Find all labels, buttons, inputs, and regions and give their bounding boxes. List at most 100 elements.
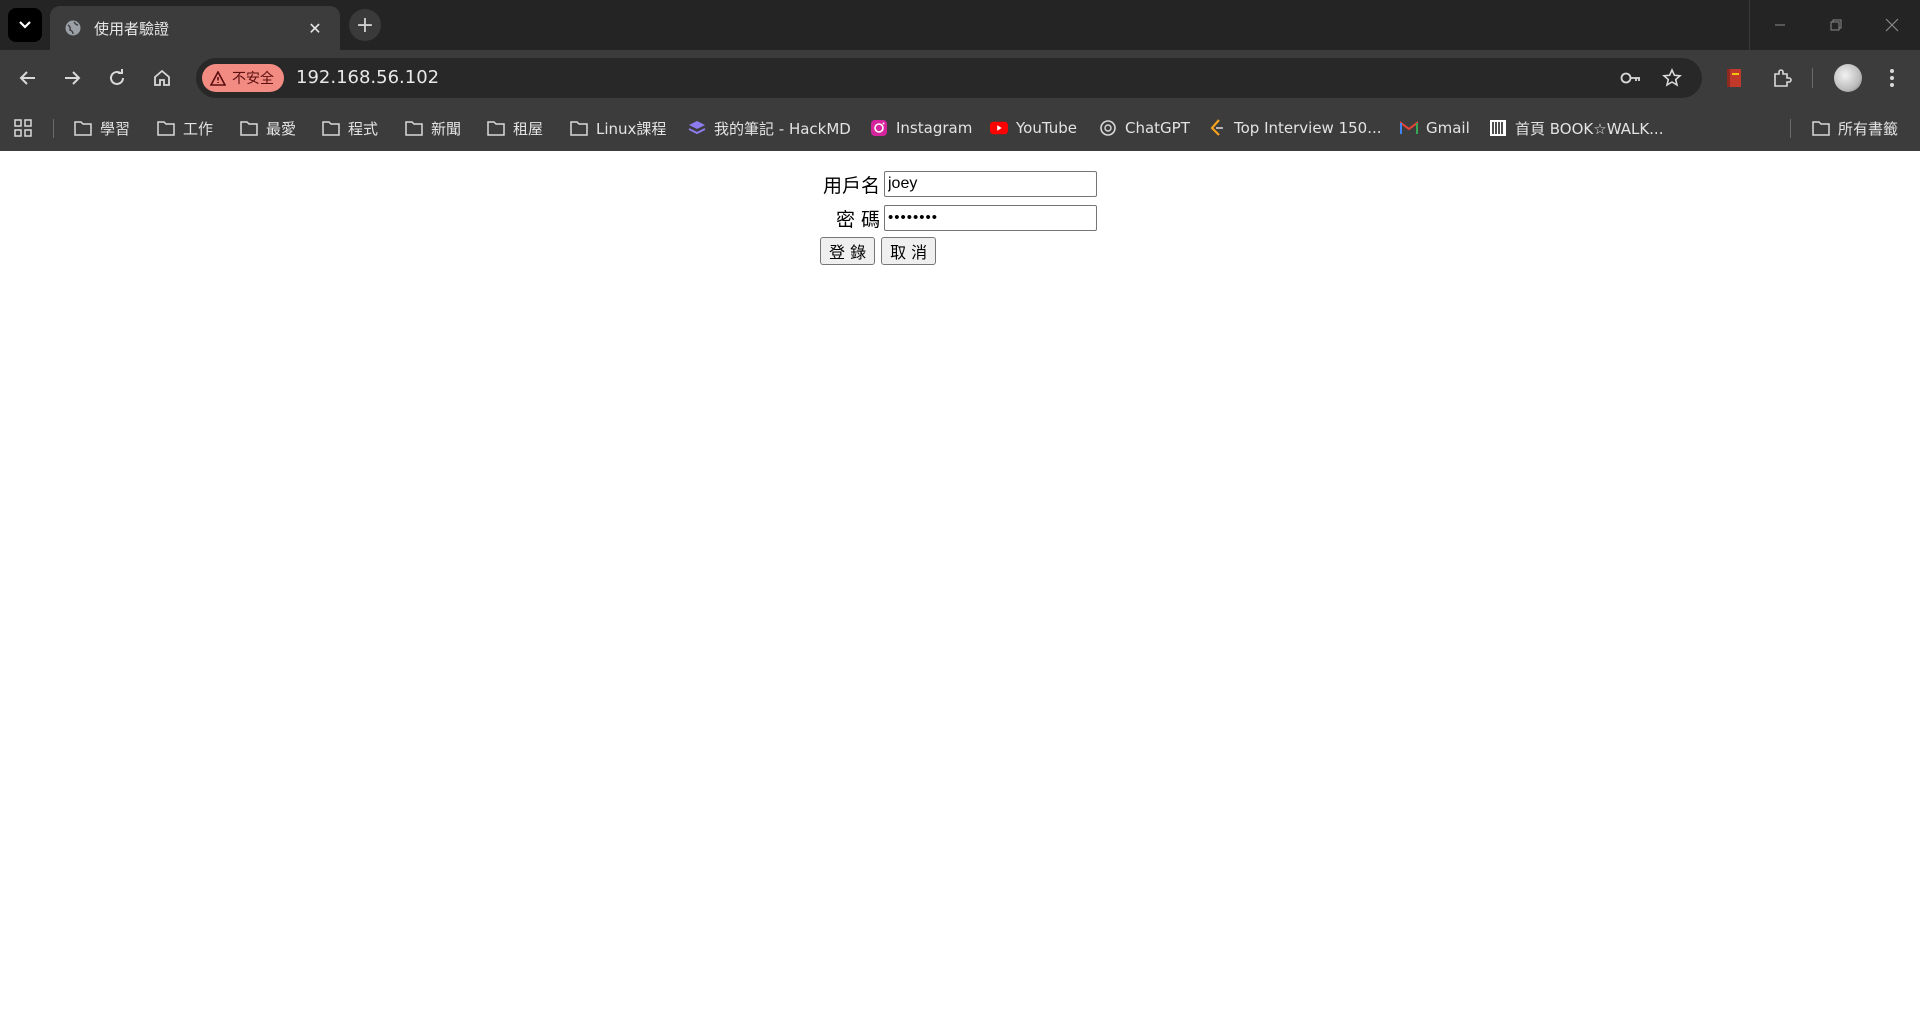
bookmark-label: 程式: [348, 119, 379, 138]
back-button[interactable]: [12, 62, 44, 94]
bookmark-folder-5[interactable]: 新聞: [405, 114, 461, 142]
folder-icon: [1812, 119, 1830, 137]
bookmark-label: 最愛: [266, 119, 297, 138]
bookmark-star-button[interactable]: [1660, 66, 1684, 90]
password-label: 密 碼: [835, 208, 880, 231]
bookmark-label: Instagram: [896, 119, 973, 137]
login-button[interactable]: 登 錄: [820, 237, 876, 265]
bookmark-label: Top Interview 150...: [1234, 119, 1382, 137]
all-bookmarks-folder[interactable]: 所有書籤: [1812, 114, 1898, 142]
reload-icon: [110, 69, 124, 85]
reload-button[interactable]: [101, 62, 133, 94]
password-row: 密 碼 ••••••••: [820, 203, 1097, 233]
close-window-button[interactable]: [1864, 0, 1920, 50]
bookmark-label: ChatGPT: [1125, 119, 1190, 137]
tab-title: 使用者驗證: [94, 19, 170, 38]
bookmark-folder-2[interactable]: 工作: [157, 114, 213, 142]
bookmark-label: 我的筆記 - HackMD: [714, 119, 851, 138]
bookmark-folder-6[interactable]: 租屋: [487, 114, 543, 142]
username-label: 用戶名: [822, 174, 880, 197]
arrow-right-icon: [65, 71, 81, 85]
star-icon: [1662, 68, 1682, 87]
folder-icon: [322, 119, 340, 137]
book-extension-icon: [1727, 69, 1741, 87]
restore-icon: [1830, 19, 1842, 31]
bookmark-leetcode[interactable]: Top Interview 150...: [1208, 114, 1382, 142]
puzzle-icon: [1774, 69, 1792, 87]
bookmark-chatgpt[interactable]: ChatGPT: [1099, 114, 1190, 142]
login-form: 用戶名 密 碼 •••••••• 登 錄 取 消: [820, 169, 1097, 265]
folder-icon: [487, 119, 505, 137]
bookmarks-divider: [53, 119, 54, 138]
home-icon: [154, 69, 170, 86]
chatgpt-icon: [1099, 119, 1117, 137]
tab-strip: 使用者驗證 ✕ +: [0, 0, 1920, 50]
bookmark-instagram[interactable]: Instagram: [870, 114, 972, 142]
address-bar[interactable]: 不安全 192.168.56.102: [196, 58, 1702, 98]
bookmark-label: 學習: [100, 119, 131, 138]
extensions-menu-button[interactable]: [1766, 62, 1798, 94]
password-input[interactable]: ••••••••: [884, 205, 1097, 231]
minimize-button[interactable]: [1752, 0, 1808, 50]
username-input[interactable]: [884, 171, 1097, 197]
globe-icon: [65, 20, 81, 36]
browser-chrome: 使用者驗證 ✕ + 不安全 192.168.56.102 學習 工作 最愛 程式…: [0, 0, 1920, 151]
window-controls: [1752, 0, 1920, 50]
bookmark-folder-7[interactable]: Linux課程: [570, 114, 666, 142]
folder-icon: [405, 119, 423, 137]
plus-icon: +: [355, 12, 375, 38]
bookmark-label: 租屋: [513, 119, 544, 138]
bookmark-folder-4[interactable]: 程式: [322, 114, 378, 142]
more-vertical-icon: [1890, 69, 1894, 87]
toolbar: 不安全 192.168.56.102: [0, 50, 1920, 106]
bookmark-label: YouTube: [1016, 119, 1077, 137]
instagram-icon: [870, 119, 888, 137]
tab-active[interactable]: 使用者驗證 ✕: [50, 6, 340, 50]
arrow-left-icon: [19, 71, 35, 85]
security-label: 不安全: [232, 71, 274, 87]
apps-button[interactable]: [14, 114, 32, 142]
new-tab-button[interactable]: +: [349, 9, 381, 41]
bookmark-gmail[interactable]: Gmail: [1400, 114, 1470, 142]
warning-icon: [210, 70, 226, 86]
menu-button[interactable]: [1876, 62, 1908, 94]
youtube-icon: [990, 119, 1008, 137]
security-chip[interactable]: 不安全: [202, 64, 284, 92]
password-key-button[interactable]: [1619, 66, 1643, 90]
home-button[interactable]: [146, 62, 178, 94]
chevron-down-icon: [19, 21, 31, 29]
page-content: 用戶名 密 碼 •••••••• 登 錄 取 消: [0, 151, 1920, 1020]
bookmark-folder-1[interactable]: 學習: [74, 114, 130, 142]
window-controls-divider: [1749, 0, 1750, 50]
restore-button[interactable]: [1808, 0, 1864, 50]
bookwalker-icon: [1489, 119, 1507, 137]
cancel-button[interactable]: 取 消: [881, 237, 937, 265]
extension-button[interactable]: [1718, 62, 1750, 94]
bookmarks-bar: 學習 工作 最愛 程式 新聞 租屋 Linux課程 我的筆記 - HackMD: [0, 106, 1920, 151]
bookmark-label: Linux課程: [596, 119, 667, 138]
username-row: 用戶名: [820, 169, 1097, 199]
bookmark-label: Gmail: [1426, 119, 1470, 137]
folder-icon: [240, 119, 258, 137]
bookmark-youtube[interactable]: YouTube: [990, 114, 1077, 142]
gmail-icon: [1400, 119, 1418, 137]
close-icon: [1885, 18, 1899, 32]
folder-icon: [157, 119, 175, 137]
bookmark-label: 所有書籤: [1838, 119, 1899, 138]
key-icon: [1620, 72, 1640, 84]
leetcode-icon: [1208, 119, 1226, 137]
folder-icon: [570, 119, 588, 137]
bookmark-folder-3[interactable]: 最愛: [240, 114, 296, 142]
tab-close-icon[interactable]: ✕: [304, 17, 326, 39]
folder-icon: [74, 119, 92, 137]
profile-avatar[interactable]: [1834, 64, 1862, 92]
bookmark-label: 工作: [183, 119, 214, 138]
bookmark-hackmd[interactable]: 我的筆記 - HackMD: [688, 114, 851, 142]
bookmark-bookwalker[interactable]: 首頁 BOOK☆WALK...: [1489, 114, 1663, 142]
minimize-icon: [1775, 24, 1785, 26]
tab-search-button[interactable]: [8, 8, 42, 42]
forward-button[interactable]: [56, 62, 88, 94]
url-text[interactable]: 192.168.56.102: [296, 58, 439, 98]
bookmarks-divider: [1790, 119, 1791, 138]
bookmark-label: 首頁 BOOK☆WALK...: [1515, 119, 1664, 138]
